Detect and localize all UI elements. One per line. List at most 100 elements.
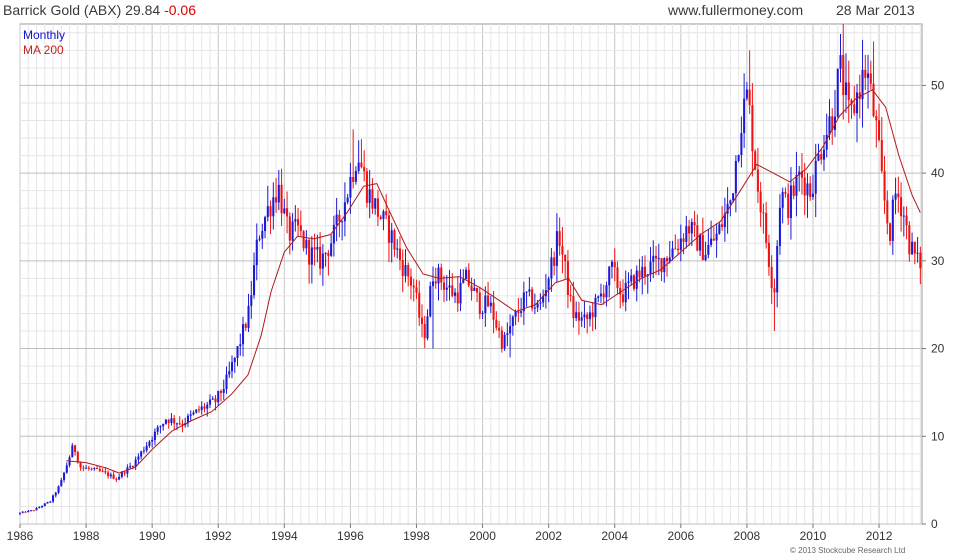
candle-body xyxy=(693,222,696,226)
candle-body xyxy=(253,265,256,296)
candle-body xyxy=(261,231,264,239)
candle-body xyxy=(266,206,269,218)
candle-body xyxy=(481,312,484,314)
candle-body xyxy=(756,169,759,192)
candle-body xyxy=(255,239,258,266)
candle-body xyxy=(712,238,715,241)
candle-body xyxy=(423,323,426,339)
candle-body xyxy=(129,466,132,468)
candle-body xyxy=(159,426,162,428)
candle-body xyxy=(357,162,360,171)
candle-body xyxy=(740,133,743,155)
x-tick-label: 2012 xyxy=(866,529,893,543)
candle-body xyxy=(814,160,817,194)
candle-body xyxy=(341,221,344,223)
candle-body xyxy=(762,212,765,214)
candle-body xyxy=(440,267,443,283)
candle-body xyxy=(429,286,432,317)
candle-body xyxy=(374,198,377,209)
candle-body xyxy=(156,427,159,432)
candle-body xyxy=(85,467,88,469)
candle-body xyxy=(883,171,886,201)
candle-body xyxy=(880,140,883,172)
candle-body xyxy=(734,160,737,194)
candle-body xyxy=(327,252,330,256)
candle-body xyxy=(572,296,575,319)
candle-body xyxy=(839,55,842,69)
candle-body xyxy=(484,295,487,313)
candle-body xyxy=(732,193,735,201)
candle-body xyxy=(795,175,798,196)
candle-body xyxy=(272,197,275,217)
candle-body xyxy=(855,92,859,114)
candle-body xyxy=(217,390,220,403)
candle-body xyxy=(200,406,203,411)
candle-body xyxy=(396,248,399,250)
candle-body xyxy=(385,211,388,216)
candle-body xyxy=(74,445,77,453)
candle-body xyxy=(911,241,914,255)
candle-body xyxy=(916,252,919,254)
candle-body xyxy=(707,244,710,255)
candle-body xyxy=(352,176,355,182)
candle-body xyxy=(115,478,118,480)
candle-body xyxy=(462,279,465,283)
candle-body xyxy=(517,311,520,313)
candle-body xyxy=(503,334,506,349)
candle-body xyxy=(286,208,289,217)
candle-body xyxy=(305,239,308,249)
candle-body xyxy=(401,259,404,276)
candle-body xyxy=(338,214,341,222)
candle-body xyxy=(376,198,379,217)
x-tick-label: 1986 xyxy=(7,529,34,543)
candle-body xyxy=(539,302,542,304)
candle-body xyxy=(770,266,773,289)
candle-body xyxy=(751,105,754,152)
candle-body xyxy=(269,206,272,217)
candle-body xyxy=(487,295,490,307)
candle-body xyxy=(867,73,870,78)
x-tick-label: 2000 xyxy=(469,529,496,543)
candle-body xyxy=(509,326,512,334)
candle-body xyxy=(420,317,424,324)
candle-body xyxy=(291,221,294,241)
candle-body xyxy=(112,474,115,479)
candle-body xyxy=(495,319,498,328)
candle-body xyxy=(71,445,74,458)
candle-body xyxy=(203,406,206,409)
candle-body xyxy=(49,501,52,503)
candle-body xyxy=(610,261,614,267)
y-tick-label: 40 xyxy=(931,166,945,180)
candle-body xyxy=(195,409,198,413)
candle-body xyxy=(456,292,459,304)
candle-body xyxy=(492,302,495,320)
candle-body xyxy=(583,314,586,318)
candle-body xyxy=(379,216,382,219)
candle-body xyxy=(773,288,776,293)
x-tick-label: 2006 xyxy=(667,529,694,543)
candle-body xyxy=(864,69,867,78)
candle-body xyxy=(533,307,536,309)
candle-body xyxy=(142,450,145,452)
candle-body xyxy=(54,492,57,496)
candle-body xyxy=(335,214,338,225)
candle-body xyxy=(905,215,908,226)
candle-body xyxy=(828,116,831,135)
candle-body xyxy=(310,247,313,265)
candle-body xyxy=(57,486,60,493)
candle-body xyxy=(624,282,627,303)
candle-body xyxy=(514,311,517,317)
candle-body xyxy=(368,189,371,203)
candle-body xyxy=(476,287,479,293)
candle-body xyxy=(382,211,385,219)
candle-body xyxy=(247,305,250,328)
candle-body xyxy=(313,247,316,250)
candle-body xyxy=(123,472,126,474)
candle-body xyxy=(608,266,611,286)
candle-body xyxy=(872,83,875,117)
candle-body xyxy=(299,225,302,232)
candle-body xyxy=(219,390,223,393)
candle-body xyxy=(577,312,580,321)
candle-body xyxy=(652,255,655,262)
candle-body xyxy=(288,216,291,241)
